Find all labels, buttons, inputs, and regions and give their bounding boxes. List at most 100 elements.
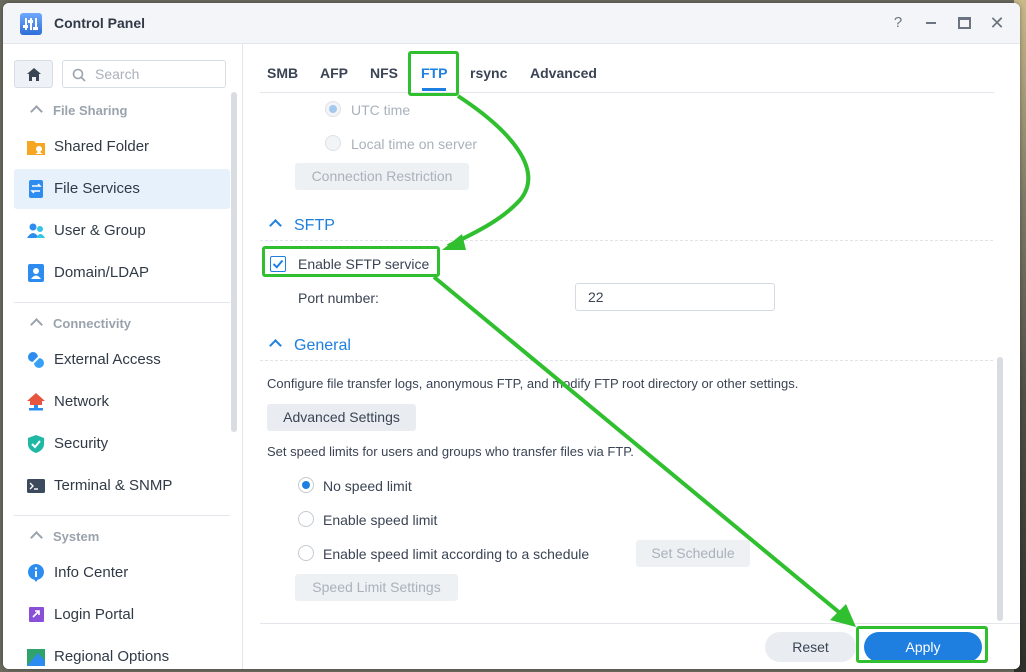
connection-restriction-button[interactable]: Connection Restriction [295, 163, 469, 190]
sidebar-item-label: External Access [54, 351, 161, 368]
users-icon [27, 223, 45, 238]
enable-speed-limit-label[interactable]: Enable speed limit [323, 512, 437, 528]
close-button[interactable]: ✕ [986, 12, 1008, 34]
sidebar-item-user-group[interactable]: User & Group [14, 211, 230, 251]
content-scrollbar[interactable] [997, 357, 1003, 621]
footer-divider [260, 623, 1020, 624]
sidebar-item-label: Network [54, 393, 110, 410]
general-section-header[interactable]: General [267, 337, 351, 355]
general-title: General [294, 337, 351, 354]
sidebar-item-domain-ldap[interactable]: Domain/LDAP [14, 253, 230, 293]
external-access-icon [28, 352, 44, 368]
tab-smb[interactable]: SMB [267, 65, 298, 81]
no-speed-limit-radio[interactable] [298, 477, 314, 493]
no-speed-limit-label[interactable]: No speed limit [323, 478, 412, 494]
sidebar-item-terminal-snmp[interactable]: Terminal & SNMP [14, 466, 230, 506]
reset-button[interactable]: Reset [765, 632, 856, 662]
sidebar-scrollbar[interactable] [231, 92, 237, 432]
search-input[interactable] [95, 66, 220, 82]
enable-sftp-label[interactable]: Enable SFTP service [298, 256, 429, 272]
local-time-radio[interactable] [325, 135, 341, 151]
group-file-sharing[interactable]: File Sharing [28, 103, 127, 118]
control-panel-window: Control Panel ? ✕ File Sharing Share [3, 3, 1020, 669]
chevron-up-icon [30, 318, 43, 331]
help-button[interactable]: ? [887, 12, 909, 34]
terminal-icon [27, 479, 45, 493]
chevron-up-icon [269, 219, 282, 232]
sidebar-item-info-center[interactable]: Info Center [14, 553, 230, 593]
sidebar-item-label: Terminal & SNMP [54, 477, 173, 494]
group-system[interactable]: System [28, 529, 99, 544]
speed-limit-settings-button[interactable]: Speed Limit Settings [295, 574, 458, 601]
enable-speed-limit-radio[interactable] [298, 511, 314, 527]
search-box[interactable] [62, 60, 226, 88]
domain-icon [28, 264, 44, 282]
sidebar-item-label: Login Portal [54, 606, 135, 623]
maximize-icon [957, 17, 971, 30]
port-number-input[interactable] [575, 283, 775, 311]
tab-advanced[interactable]: Advanced [530, 65, 597, 81]
sidebar-item-label: Domain/LDAP [54, 264, 150, 281]
chevron-up-icon [30, 105, 43, 118]
sidebar-item-network[interactable]: Network [14, 382, 230, 422]
sidebar-item-login-portal[interactable]: Login Portal [14, 595, 230, 635]
minimize-icon [926, 22, 936, 25]
sidebar: File Sharing Shared Folder File Services… [3, 44, 243, 669]
section-divider [260, 360, 993, 361]
chevron-up-icon [269, 339, 282, 352]
port-number-label: Port number: [298, 290, 379, 306]
sidebar-item-regional-options[interactable]: Regional Options [14, 637, 230, 669]
set-schedule-button[interactable]: Set Schedule [636, 540, 750, 567]
sidebar-item-label: File Services [54, 180, 140, 197]
tab-rsync[interactable]: rsync [470, 65, 507, 81]
schedule-speed-limit-radio[interactable] [298, 545, 314, 561]
network-icon [27, 393, 45, 411]
sidebar-item-label: Regional Options [54, 648, 170, 665]
login-portal-icon [29, 607, 44, 622]
shield-icon [28, 435, 44, 453]
apply-button[interactable]: Apply [864, 632, 982, 662]
title-bar: Control Panel ? ✕ [3, 3, 1020, 44]
sftp-title: SFTP [294, 217, 335, 234]
sidebar-item-label: User & Group [54, 222, 146, 239]
group-label: Connectivity [53, 316, 132, 331]
sftp-section-header[interactable]: SFTP [267, 217, 335, 235]
sidebar-item-file-services[interactable]: File Services [14, 169, 230, 209]
advanced-settings-button[interactable]: Advanced Settings [267, 404, 416, 431]
folder-icon [27, 141, 45, 155]
checkmark-icon [272, 259, 284, 269]
chevron-up-icon [30, 531, 43, 544]
general-description: Configure file transfer logs, anonymous … [267, 376, 799, 391]
speed-limit-description: Set speed limits for users and groups wh… [267, 444, 634, 459]
utc-time-radio[interactable] [325, 101, 341, 117]
schedule-speed-limit-label[interactable]: Enable speed limit according to a schedu… [323, 546, 589, 562]
search-icon [72, 68, 86, 82]
file-services-icon [29, 180, 43, 198]
tab-divider [260, 92, 994, 93]
utc-time-label: UTC time [351, 102, 411, 118]
active-tab-indicator [422, 88, 446, 91]
home-button[interactable] [14, 60, 53, 88]
enable-sftp-checkbox[interactable] [270, 256, 286, 272]
tab-afp[interactable]: AFP [320, 65, 348, 81]
sidebar-divider [14, 515, 230, 516]
minimize-button[interactable] [920, 12, 942, 34]
sidebar-item-label: Shared Folder [54, 138, 150, 155]
sidebar-divider [14, 302, 230, 303]
sidebar-item-security[interactable]: Security [14, 424, 230, 464]
control-panel-app-icon [20, 13, 42, 35]
group-label: System [53, 529, 100, 544]
main-content: SMB AFP NFS FTP rsync Advanced UTC time … [243, 44, 1020, 669]
maximize-button[interactable] [953, 12, 975, 34]
home-icon [27, 68, 41, 81]
section-divider [260, 240, 993, 241]
sidebar-item-external-access[interactable]: External Access [14, 340, 230, 380]
group-label: File Sharing [53, 103, 128, 118]
local-time-label: Local time on server [351, 136, 478, 152]
group-connectivity[interactable]: Connectivity [28, 316, 131, 331]
window-title: Control Panel [54, 15, 146, 31]
sidebar-item-shared-folder[interactable]: Shared Folder [14, 127, 230, 167]
tab-ftp[interactable]: FTP [421, 65, 447, 81]
tab-nfs[interactable]: NFS [370, 65, 398, 81]
sidebar-item-label: Security [54, 435, 109, 452]
